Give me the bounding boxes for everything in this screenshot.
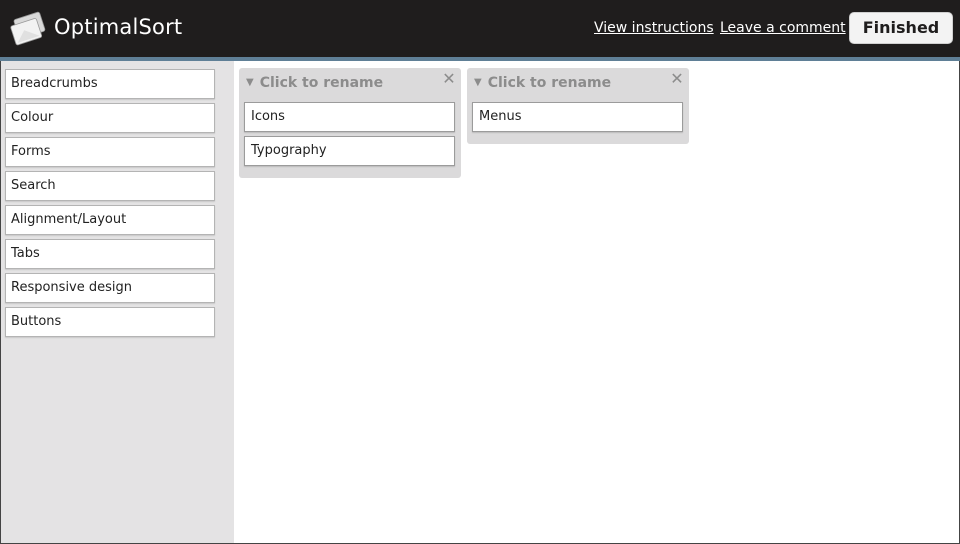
view-instructions-link[interactable]: View instructions <box>594 20 714 36</box>
brand-name: OptimalSort <box>54 15 183 39</box>
top-bar: OptimalSort View instructions Leave a co… <box>0 0 960 57</box>
group-card-item[interactable]: Typography <box>244 136 455 166</box>
card-item[interactable]: Tabs <box>5 239 215 269</box>
group-title[interactable]: ▼ Click to rename <box>474 75 611 93</box>
finished-button[interactable]: Finished <box>849 12 953 44</box>
group-title-text[interactable]: Click to rename <box>260 75 383 91</box>
group-title-text[interactable]: Click to rename <box>488 75 611 91</box>
card-item[interactable]: Responsive design <box>5 273 215 303</box>
collapse-triangle-icon[interactable]: ▼ <box>474 77 482 88</box>
category-group[interactable]: ▼ Click to rename ✕ Icons Typography <box>239 68 461 178</box>
leave-comment-link[interactable]: Leave a comment <box>720 20 846 36</box>
group-card-item[interactable]: Icons <box>244 102 455 132</box>
collapse-triangle-icon[interactable]: ▼ <box>246 77 254 88</box>
card-item[interactable]: Colour <box>5 103 215 133</box>
optimalsort-logo-icon <box>10 11 46 46</box>
card-sidebar[interactable]: Breadcrumbs Colour Forms Search Alignmen… <box>1 61 234 543</box>
card-item[interactable]: Breadcrumbs <box>5 69 215 99</box>
card-item[interactable]: Search <box>5 171 215 201</box>
card-item[interactable]: Forms <box>5 137 215 167</box>
card-item[interactable]: Buttons <box>5 307 215 337</box>
group-title[interactable]: ▼ Click to rename <box>246 75 383 93</box>
card-item[interactable]: Alignment/Layout <box>5 205 215 235</box>
close-icon[interactable]: ✕ <box>669 69 685 88</box>
close-icon[interactable]: ✕ <box>441 69 457 88</box>
group-card-item[interactable]: Menus <box>472 102 683 132</box>
category-group[interactable]: ▼ Click to rename ✕ Menus <box>467 68 689 144</box>
